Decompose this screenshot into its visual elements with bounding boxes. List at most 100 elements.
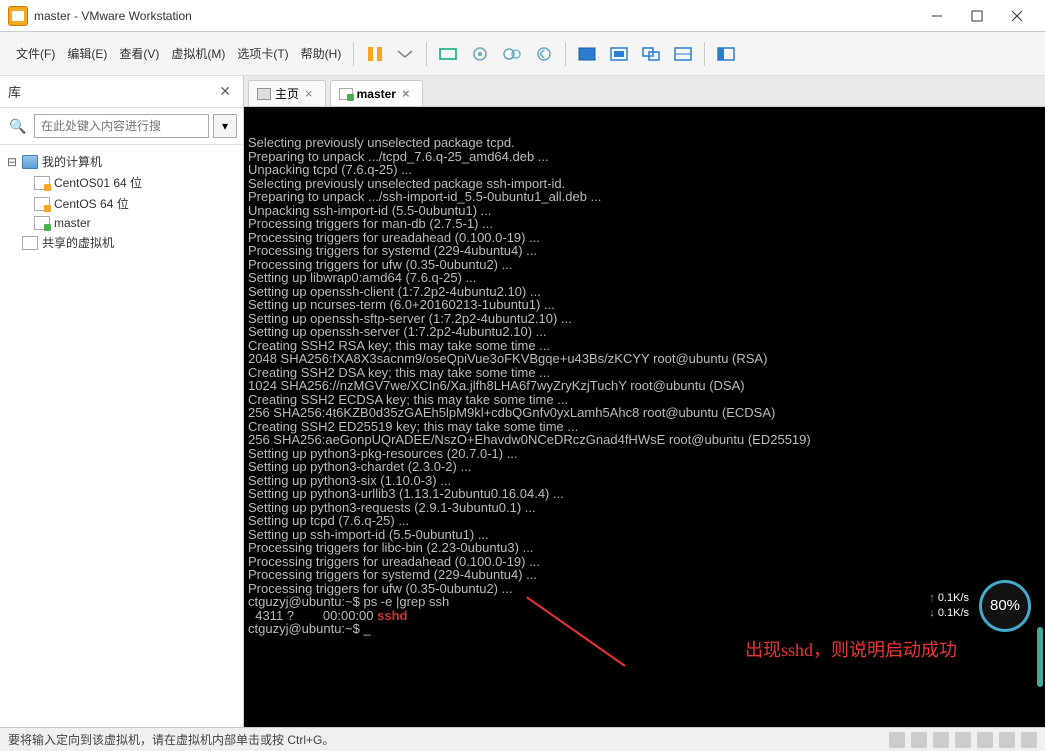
terminal-line: Processing triggers for libc-bin (2.23-0… — [248, 541, 1041, 555]
terminal-line: Processing triggers for ureadahead (0.10… — [248, 231, 1041, 245]
stretch-icon[interactable] — [668, 39, 698, 69]
tray-icon[interactable] — [955, 732, 971, 748]
terminal-line: Setting up tcpd (7.6.q-25) ... — [248, 514, 1041, 528]
library-sidebar: 库 ✕ 🔍 ▾ ⊟ 我的计算机 CentOS01 64 位 CentOS 64 — [0, 76, 244, 727]
terminal-line: Processing triggers for ufw (0.35-0ubunt… — [248, 258, 1041, 272]
terminal-line: Setting up openssh-server (1:7.2p2-4ubun… — [248, 325, 1041, 339]
terminal-line: Processing triggers for ufw (0.35-0ubunt… — [248, 582, 1041, 596]
menu-vm[interactable]: 虚拟机(M) — [165, 41, 231, 66]
terminal-line: Unpacking tcpd (7.6.q-25) ... — [248, 163, 1041, 177]
tray-icon[interactable] — [999, 732, 1015, 748]
library-toggle-icon[interactable] — [711, 39, 741, 69]
window-title: master - VMware Workstation — [34, 9, 917, 23]
snapshot-manager-icon[interactable] — [497, 39, 527, 69]
vm-console[interactable]: Selecting previously unselected package … — [244, 107, 1045, 727]
terminal-line: Setting up ncurses-term (6.0+20160213-1u… — [248, 298, 1041, 312]
pause-button[interactable] — [360, 39, 390, 69]
shared-icon — [22, 236, 38, 250]
terminal-line: Selecting previously unselected package … — [248, 177, 1041, 191]
separator — [565, 42, 566, 66]
separator — [704, 42, 705, 66]
tree-item-vm[interactable]: master — [34, 214, 237, 232]
tab-master[interactable]: master × — [330, 80, 423, 106]
terminal-line: 1024 SHA256://nzMGV7we/XCIn6/Xa.jlfh8LHA… — [248, 379, 1041, 393]
tray-icon[interactable] — [1021, 732, 1037, 748]
tray-icon[interactable] — [977, 732, 993, 748]
tree-item-vm[interactable]: CentOS01 64 位 — [34, 172, 237, 193]
fullscreen-icon[interactable] — [604, 39, 634, 69]
snapshot-icon[interactable] — [465, 39, 495, 69]
library-tree: ⊟ 我的计算机 CentOS01 64 位 CentOS 64 位 master — [0, 145, 243, 727]
menu-view[interactable]: 查看(V) — [113, 41, 165, 66]
separator — [426, 42, 427, 66]
tree-item-vm[interactable]: CentOS 64 位 — [34, 193, 237, 214]
tree-root-my-computer[interactable]: ⊟ 我的计算机 — [6, 151, 237, 172]
tree-root-label: 我的计算机 — [42, 153, 102, 170]
terminal-line: Setting up ssh-import-id (5.5-0ubuntu1) … — [248, 528, 1041, 542]
terminal-line: Processing triggers for ureadahead (0.10… — [248, 555, 1041, 569]
tree-shared-vms[interactable]: 共享的虚拟机 — [6, 232, 237, 253]
tab-close-button[interactable]: × — [400, 86, 412, 101]
fit-guest-icon[interactable] — [572, 39, 602, 69]
search-input[interactable] — [34, 114, 209, 138]
expander-icon[interactable]: ⊟ — [6, 155, 18, 169]
close-sidebar-button[interactable]: ✕ — [215, 83, 235, 100]
menubar: 文件(F) 编辑(E) 查看(V) 虚拟机(M) 选项卡(T) 帮助(H) — [0, 32, 1045, 76]
terminal-result-line: 4311 ? 00:00:00 sshd — [248, 609, 1041, 623]
terminal-line: Creating SSH2 ED25519 key; this may take… — [248, 420, 1041, 434]
tab-close-button[interactable]: × — [303, 86, 315, 101]
close-button[interactable] — [997, 4, 1037, 28]
revert-snapshot-icon[interactable] — [529, 39, 559, 69]
terminal-line: Setting up openssh-client (1:7.2p2-4ubun… — [248, 285, 1041, 299]
main-area: 主页 × master × Selecting previously unsel… — [244, 76, 1045, 727]
tab-home[interactable]: 主页 × — [248, 80, 326, 106]
tray-icon[interactable] — [889, 732, 905, 748]
terminal-line: 2048 SHA256:fXA8X3sacnm9/oseQpiVue3oFKVB… — [248, 352, 1041, 366]
terminal-line: Preparing to unpack .../ssh-import-id_5.… — [248, 190, 1041, 204]
tab-label: master — [357, 87, 396, 101]
terminal-line: Setting up python3-requests (2.9.1-3ubun… — [248, 501, 1041, 515]
tab-bar: 主页 × master × — [244, 76, 1045, 107]
maximize-button[interactable] — [957, 4, 997, 28]
scrollbar[interactable] — [1037, 131, 1045, 727]
tree-item-label: CentOS01 64 位 — [54, 174, 142, 191]
minimize-button[interactable] — [917, 4, 957, 28]
terminal-line: Setting up python3-urllib3 (1.13.1-2ubun… — [248, 487, 1041, 501]
vm-icon — [339, 88, 353, 100]
terminal-line: 256 SHA256:4t6KZB0d35zGAEh5lpM9kl+cdbQGn… — [248, 406, 1041, 420]
terminal-line: Selecting previously unselected package … — [248, 136, 1041, 150]
menu-file[interactable]: 文件(F) — [10, 41, 61, 66]
terminal-line: Creating SSH2 RSA key; this may take som… — [248, 339, 1041, 353]
tray-icon[interactable] — [911, 732, 927, 748]
terminal-line: Setting up openssh-sftp-server (1:7.2p2-… — [248, 312, 1041, 326]
vm-icon — [34, 176, 50, 190]
tree-item-label: CentOS 64 位 — [54, 195, 129, 212]
search-dropdown-button[interactable]: ▾ — [213, 114, 237, 138]
menu-tabs[interactable]: 选项卡(T) — [231, 41, 294, 66]
terminal-line: Unpacking ssh-import-id (5.5-0ubuntu1) .… — [248, 204, 1041, 218]
terminal-line: Setting up libwrap0:amd64 (7.6.q-25) ... — [248, 271, 1041, 285]
scroll-thumb[interactable] — [1037, 627, 1043, 687]
terminal-prompt-line: ctguzyj@ubuntu:~$ ps -e |grep ssh — [248, 595, 1041, 609]
search-icon: 🔍 — [6, 114, 30, 138]
status-message: 要将输入定向到该虚拟机，请在虚拟机内部单击或按 Ctrl+G。 — [8, 731, 889, 748]
unity-icon[interactable] — [636, 39, 666, 69]
sshd-process: sshd — [377, 608, 407, 623]
send-ctrlaltdel-icon[interactable] — [433, 39, 463, 69]
terminal-line: Setting up python3-chardet (2.3.0-2) ... — [248, 460, 1041, 474]
home-icon — [257, 88, 271, 100]
toolbar-dropdown[interactable] — [390, 39, 420, 69]
tree-shared-label: 共享的虚拟机 — [42, 234, 114, 251]
tree-item-label: master — [54, 216, 91, 230]
menu-edit[interactable]: 编辑(E) — [61, 41, 113, 66]
menu-help[interactable]: 帮助(H) — [295, 41, 348, 66]
terminal-line: 256 SHA256:aeGonpUQrADEE/NszO+Ehavdw0NCe… — [248, 433, 1041, 447]
status-bar: 要将输入定向到该虚拟机，请在虚拟机内部单击或按 Ctrl+G。 — [0, 727, 1045, 751]
terminal-prompt-line: ctguzyj@ubuntu:~$ _ — [248, 622, 1041, 636]
terminal-line: Setting up python3-pkg-resources (20.7.0… — [248, 447, 1041, 461]
separator — [353, 42, 354, 66]
terminal-line: Creating SSH2 DSA key; this may take som… — [248, 366, 1041, 380]
tray-icon[interactable] — [933, 732, 949, 748]
terminal-line: Processing triggers for systemd (229-4ub… — [248, 244, 1041, 258]
terminal-line: Processing triggers for systemd (229-4ub… — [248, 568, 1041, 582]
